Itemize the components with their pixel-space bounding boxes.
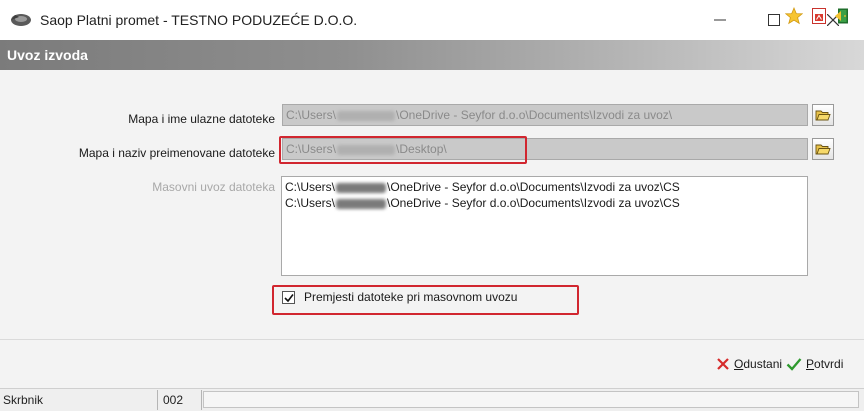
status-separator xyxy=(201,390,202,410)
window-title: Saop Platni promet - TESTNO PODUZEĆE D.O… xyxy=(40,12,358,28)
folder-open-icon xyxy=(815,110,831,121)
rename-path-label: Mapa i naziv preimenovane datoteke xyxy=(78,146,275,160)
minimize-button[interactable] xyxy=(697,0,743,40)
app-logo-icon xyxy=(11,14,31,26)
divider xyxy=(0,339,864,340)
status-message-panel xyxy=(203,391,859,408)
cancel-button-label: Odustani xyxy=(734,357,783,371)
browse-input-path-button[interactable] xyxy=(812,104,834,126)
form-title: Uvoz izvoda xyxy=(7,47,88,63)
form-header: Uvoz izvoda xyxy=(0,40,864,70)
mass-import-file-list[interactable]: C:\Users\ \OneDrive - Seyfor d.o.o\Docume… xyxy=(281,176,808,276)
cross-icon xyxy=(717,358,729,370)
move-files-checkbox[interactable] xyxy=(282,291,295,304)
input-path-suffix: \OneDrive - Seyfor d.o.o\Documents\Izvod… xyxy=(396,108,673,122)
browse-rename-path-button[interactable] xyxy=(812,138,834,160)
checkmark-icon xyxy=(283,293,294,302)
status-user: Skrbnik xyxy=(3,393,44,407)
input-path-label: Mapa i ime ulazne datoteke xyxy=(128,112,275,126)
cancel-button[interactable]: Odustani xyxy=(716,352,782,376)
pdf-icon[interactable] xyxy=(810,7,828,25)
redacted-username xyxy=(337,110,396,121)
confirm-button-label: Potvrdi xyxy=(806,357,844,371)
maximize-icon xyxy=(768,14,780,26)
status-code: 002 xyxy=(163,393,184,407)
mass-import-label: Masovni uvoz datoteka xyxy=(152,180,275,194)
folder-open-icon xyxy=(815,144,831,155)
minimize-icon xyxy=(714,19,726,21)
star-icon[interactable] xyxy=(785,7,803,25)
list-item[interactable]: C:\Users\ \OneDrive - Seyfor d.o.o\Docume… xyxy=(285,179,804,195)
redacted-username xyxy=(336,182,387,193)
input-path-prefix: C:\Users\ xyxy=(286,108,337,122)
list-item[interactable]: C:\Users\ \OneDrive - Seyfor d.o.o\Docume… xyxy=(285,195,804,211)
confirm-button[interactable]: Potvrdi xyxy=(786,352,843,376)
move-files-checkbox-label[interactable]: Premjesti datoteke pri masovnom uvozu xyxy=(304,290,517,304)
status-separator xyxy=(157,390,158,410)
input-path-field[interactable]: C:\Users\ \OneDrive - Seyfor d.o.o\Docume… xyxy=(282,104,808,126)
checkmark-icon xyxy=(786,358,802,371)
redacted-username xyxy=(336,198,387,209)
exit-door-icon[interactable] xyxy=(834,7,852,25)
highlight-rename-path xyxy=(279,136,527,164)
